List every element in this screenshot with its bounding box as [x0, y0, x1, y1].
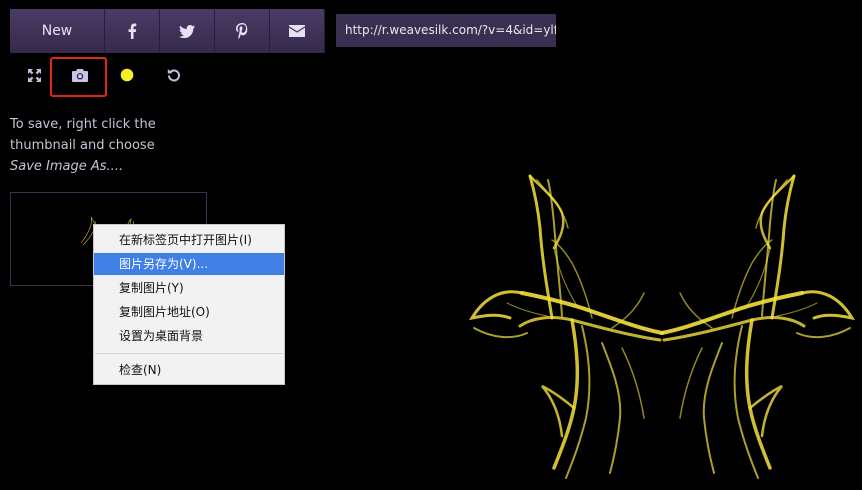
menu-copy-image-address[interactable]: 复制图片地址(O): [94, 301, 284, 323]
share-url-field[interactable]: http://r.weavesilk.com/?v=4&id=ylf25cy: [336, 14, 556, 47]
fullscreen-button[interactable]: [21, 62, 47, 88]
facebook-share-button[interactable]: [105, 9, 160, 53]
email-share-button[interactable]: [270, 9, 325, 53]
twitter-icon: [179, 24, 195, 38]
undo-icon: [167, 69, 180, 82]
save-image-button[interactable]: [67, 62, 93, 88]
color-dot-icon: [120, 68, 134, 82]
context-menu: 在新标签页中打开图片(I) 图片另存为(V)... 复制图片(Y) 复制图片地址…: [93, 224, 285, 385]
new-button[interactable]: New: [10, 9, 105, 53]
pinterest-share-button[interactable]: [215, 9, 270, 53]
facebook-icon: [128, 23, 137, 39]
menu-separator: [95, 353, 283, 354]
email-icon: [289, 25, 305, 37]
pinterest-icon: [236, 23, 248, 39]
silk-right-wing: [660, 174, 854, 480]
menu-inspect[interactable]: 检查(N): [94, 359, 284, 381]
menu-copy-image[interactable]: 复制图片(Y): [94, 277, 284, 299]
save-instructions: To save, right click the thumbnail and c…: [10, 114, 180, 177]
menu-save-image-as[interactable]: 图片另存为(V)...: [94, 253, 284, 275]
share-toolbar: New: [10, 9, 325, 53]
silk-artwork: [470, 174, 854, 480]
menu-set-desktop-background[interactable]: 设置为桌面背景: [94, 325, 284, 347]
camera-icon: [72, 68, 88, 82]
undo-button[interactable]: [161, 62, 187, 88]
fullscreen-icon: [27, 68, 41, 82]
save-hint-line1: To save, right click the: [10, 117, 156, 132]
color-picker-button[interactable]: [114, 62, 140, 88]
save-hint-line3: Save Image As....: [10, 159, 124, 174]
save-hint-line2: thumbnail and choose: [10, 138, 155, 153]
twitter-share-button[interactable]: [160, 9, 215, 53]
menu-open-image-new-tab[interactable]: 在新标签页中打开图片(I): [94, 229, 284, 251]
silk-left-wing: [470, 174, 664, 480]
